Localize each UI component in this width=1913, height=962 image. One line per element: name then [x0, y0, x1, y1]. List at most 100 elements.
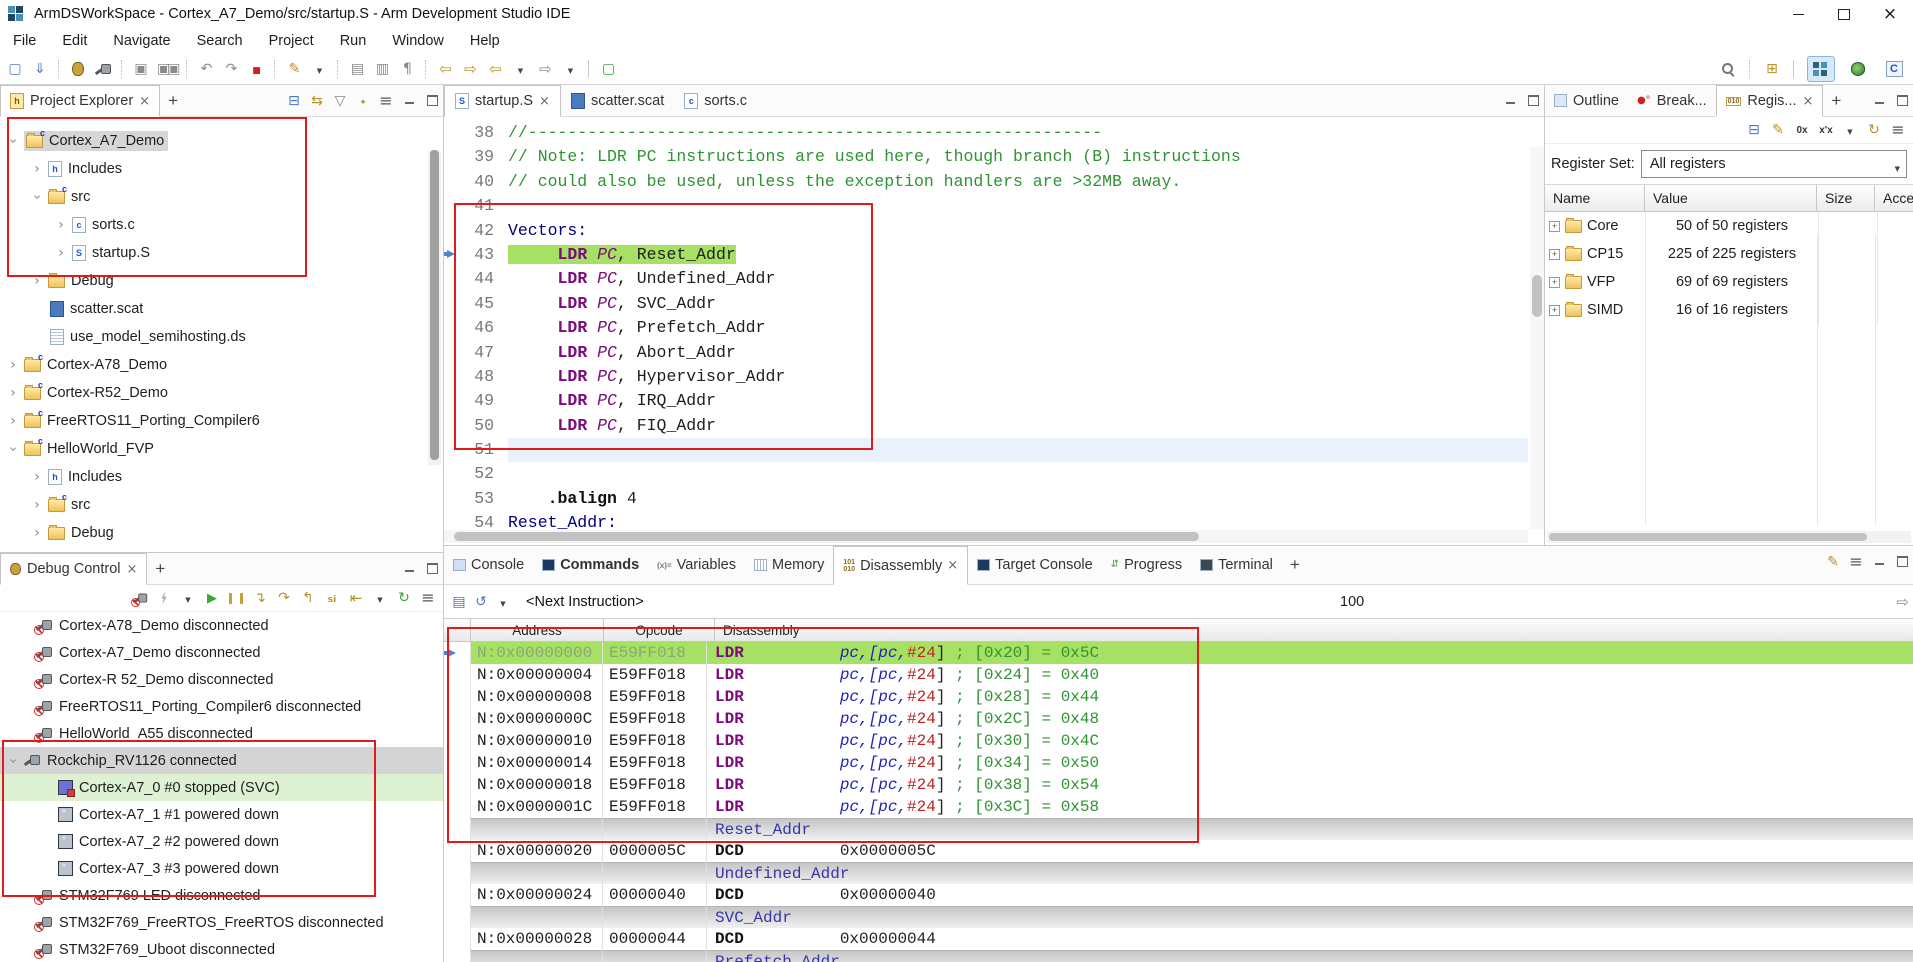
register-group-simd[interactable]: SIMD16 of 16 registers — [1545, 296, 1913, 324]
format-dropdown[interactable] — [1843, 123, 1857, 137]
tab-outline[interactable]: Outline — [1545, 85, 1628, 116]
disconnect-button[interactable] — [133, 591, 147, 605]
column-disassembly[interactable]: Disassembly — [715, 619, 1913, 641]
view-menu-button[interactable] — [1849, 555, 1863, 569]
view-menu-button[interactable] — [1891, 123, 1905, 137]
disasm-row[interactable]: N:0x0000001CE59FF018LDR pc,[pc,#24] ; [0… — [444, 796, 1913, 818]
tab-sorts-c[interactable]: sorts.c — [674, 85, 757, 116]
tree-item-startup-s[interactable]: startup.S — [0, 239, 443, 267]
maximize-view-button[interactable] — [1895, 94, 1909, 108]
chevron-down-icon[interactable] — [5, 136, 21, 146]
debug-item-core3-powered-down[interactable]: Cortex-A7_3 #3 powered down — [0, 855, 443, 882]
menu-help[interactable]: Help — [457, 33, 513, 49]
history-button[interactable] — [474, 595, 488, 609]
minimize-view-button[interactable] — [1503, 94, 1517, 108]
search-button[interactable] — [1719, 59, 1737, 79]
menu-edit[interactable]: Edit — [49, 33, 100, 49]
tree-item-cortex-a7-demo[interactable]: Cortex_A7_Demo — [0, 127, 443, 155]
close-tab-icon[interactable] — [139, 94, 150, 109]
menu-window[interactable]: Window — [379, 33, 457, 49]
chevron-right-icon[interactable] — [8, 357, 18, 373]
tree-item-use-model-semihosting[interactable]: use_model_semihosting.ds — [0, 323, 443, 351]
tree-item-debug-folder[interactable]: Debug — [0, 267, 443, 295]
instruction-step-button[interactable] — [325, 591, 339, 605]
chevron-right-icon[interactable] — [32, 497, 42, 513]
close-tab-icon[interactable] — [1803, 94, 1814, 109]
register-set-select[interactable]: All registers — [1641, 150, 1907, 178]
tree-item-cortex-r52-demo[interactable]: Cortex-R52_Demo — [0, 379, 443, 407]
debug-item-core2-powered-down[interactable]: Cortex-A7_2 #2 powered down — [0, 828, 443, 855]
tree-item-src[interactable]: src — [0, 183, 443, 211]
maximize-view-button[interactable] — [425, 562, 439, 576]
register-group-vfp[interactable]: VFP69 of 69 registers — [1545, 268, 1913, 296]
column-address[interactable]: Address — [471, 619, 604, 641]
new-debug-connection-button[interactable] — [69, 59, 87, 79]
editor-horizontal-scrollbar[interactable] — [444, 530, 1528, 543]
connect-dropdown[interactable] — [181, 591, 195, 605]
new-view-tab-button[interactable] — [147, 553, 173, 584]
disasm-row[interactable]: N:0x00000010E59FF018LDR pc,[pc,#24] ; [0… — [444, 730, 1913, 752]
disasm-row[interactable]: N:0x00000018E59FF018LDR pc,[pc,#24] ; [0… — [444, 774, 1913, 796]
tab-terminal[interactable]: Terminal — [1191, 546, 1282, 584]
tab-scatter-scat[interactable]: scatter.scat — [561, 85, 674, 116]
history-dropdown[interactable] — [496, 595, 510, 609]
tab-debug-control[interactable]: Debug Control — [0, 553, 147, 585]
step-out-button[interactable] — [301, 591, 315, 605]
tab-target-console[interactable]: Target Console — [968, 546, 1102, 584]
forward-dropdown[interactable] — [561, 59, 579, 79]
highlight-button[interactable] — [285, 59, 303, 79]
debug-item-stm32f769-uboot[interactable]: STM32F769_Uboot disconnected — [0, 936, 443, 962]
column-opcode[interactable]: Opcode — [604, 619, 715, 641]
chevron-right-icon[interactable] — [8, 385, 18, 401]
close-button[interactable]: × — [1867, 0, 1913, 28]
register-group-core[interactable]: Core50 of 50 registers — [1545, 212, 1913, 240]
maximize-button[interactable] — [1821, 0, 1867, 28]
tab-progress[interactable]: ⇵Progress — [1102, 546, 1191, 584]
minimize-view-button[interactable] — [1872, 94, 1886, 108]
address-expression-field[interactable]: <Next Instruction> — [526, 594, 644, 610]
pin-view-button[interactable] — [1826, 555, 1840, 569]
back-button[interactable] — [486, 59, 504, 79]
menu-run[interactable]: Run — [327, 33, 380, 49]
project-explorer-scrollbar[interactable] — [428, 150, 441, 465]
pin-editor-button[interactable] — [599, 59, 617, 79]
view-menu-button[interactable] — [379, 94, 393, 108]
tree-item-freertos11[interactable]: FreeRTOS11_Porting_Compiler6 — [0, 407, 443, 435]
minimize-view-button[interactable] — [1872, 555, 1886, 569]
tree-item-sorts-c[interactable]: sorts.c — [0, 211, 443, 239]
tab-project-explorer[interactable]: Project Explorer — [0, 85, 160, 117]
chevron-right-icon[interactable] — [32, 469, 42, 485]
minimize-button[interactable] — [1775, 0, 1821, 28]
refresh-button[interactable] — [397, 591, 411, 605]
column-access[interactable]: Access — [1875, 185, 1913, 211]
chevron-right-icon[interactable] — [32, 273, 42, 289]
tree-item-hw-debug[interactable]: Debug — [0, 519, 443, 547]
debug-item-core0-stopped[interactable]: Cortex-A7_0 #0 stopped (SVC) — [0, 774, 443, 801]
minimize-view-button[interactable] — [402, 562, 416, 576]
debug-item-cortex-r52[interactable]: Cortex-R 52_Demo disconnected — [0, 666, 443, 693]
link-with-editor-button[interactable] — [310, 94, 324, 108]
chevron-right-icon[interactable] — [8, 413, 18, 429]
debug-item-core1-powered-down[interactable]: Cortex-A7_1 #1 powered down — [0, 801, 443, 828]
menu-file[interactable]: File — [0, 33, 49, 49]
disasm-row[interactable]: N:0x00000014E59FF018LDR pc,[pc,#24] ; [0… — [444, 752, 1913, 774]
disasm-label-row[interactable]: Prefetch_Addr — [444, 950, 1913, 962]
chevron-right-icon[interactable] — [56, 217, 66, 233]
tab-memory[interactable]: Memory — [745, 546, 833, 584]
perspective-debug-button[interactable] — [1845, 57, 1871, 81]
disasm-row-current[interactable]: N:0x00000000E59FF018LDR pc,[pc,#24] ; [0… — [444, 642, 1913, 664]
build-button[interactable] — [348, 59, 366, 79]
hex-format-button[interactable]: 0x — [1795, 123, 1809, 137]
close-tab-icon[interactable] — [127, 562, 138, 577]
disasm-row[interactable]: N:0x00000004E59FF018LDR pc,[pc,#24] ; [0… — [444, 664, 1913, 686]
column-value[interactable]: Value — [1645, 185, 1817, 211]
open-perspective-button[interactable] — [1763, 59, 1781, 79]
filter-button[interactable] — [333, 94, 347, 108]
debug-item-rockchip-rv1126[interactable]: Rockchip_RV1126 connected — [0, 747, 443, 774]
expand-icon[interactable] — [1549, 221, 1560, 232]
disasm-row[interactable]: N:0x000000200000005CDCD 0x0000005C — [444, 840, 1913, 862]
new-wizard-button[interactable] — [6, 59, 24, 79]
tab-registers[interactable]: 010 Regis... — [1716, 85, 1824, 117]
expand-icon[interactable] — [1549, 277, 1560, 288]
tree-item-includes[interactable]: Includes — [0, 155, 443, 183]
